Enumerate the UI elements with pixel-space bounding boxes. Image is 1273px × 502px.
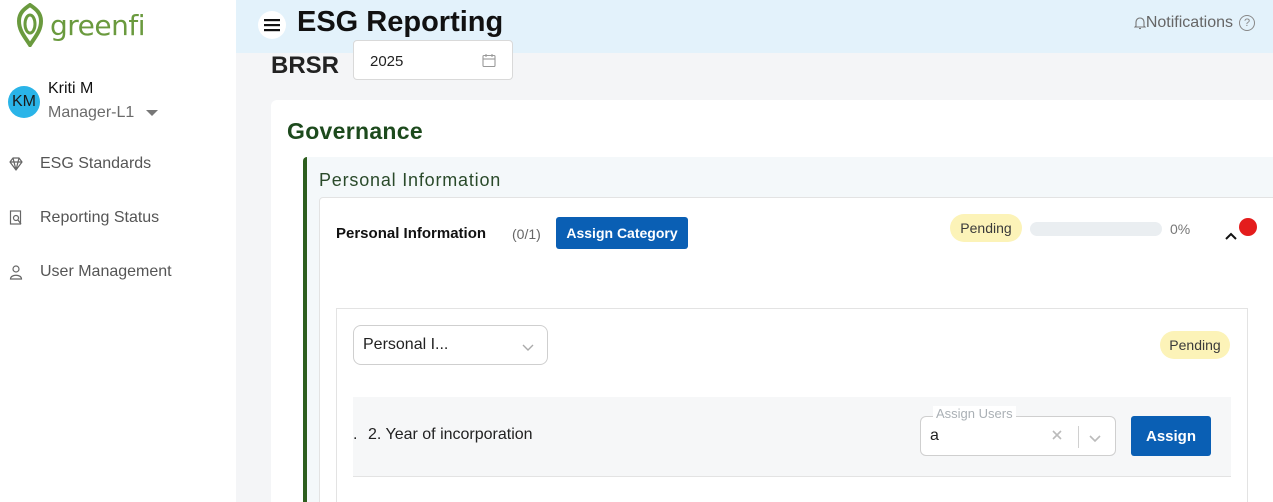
category-count: (0/1) (512, 226, 541, 242)
bell-icon (1133, 17, 1146, 30)
alert-dot (1239, 218, 1257, 236)
notifications-label: Notifications (1145, 14, 1233, 31)
governance-card: Governance Personal Information Personal… (271, 100, 1273, 502)
calendar-icon (482, 53, 496, 73)
leaf-logo-icon (16, 3, 44, 47)
brand-name: greenfi (50, 8, 146, 42)
user-role-selector[interactable]: Manager-L1 (48, 104, 159, 122)
help-icon[interactable]: ? (1239, 15, 1255, 31)
sidebar-item-esg-standards[interactable]: ESG Standards (8, 155, 151, 173)
user-icon (8, 264, 24, 280)
assign-users-label: Assign Users (933, 406, 1016, 421)
subsection-box: Personal I... Pending . 2. Year of incor… (336, 308, 1248, 502)
framework-label: BRSR (271, 52, 340, 79)
year-value: 2025 (370, 53, 404, 70)
user-role-label: Manager-L1 (48, 104, 135, 121)
greenfi-logo[interactable]: greenfi (16, 2, 146, 48)
personal-information-section: Personal Information Personal Informatio… (303, 157, 1273, 502)
question-prefix: . (353, 426, 358, 443)
progress-bar (1030, 222, 1162, 236)
sidebar-item-label: User Management (40, 263, 172, 280)
chevron-down-icon[interactable] (1088, 430, 1102, 448)
subsection-status-badge: Pending (1160, 331, 1230, 359)
category-name: Personal Information (336, 225, 487, 242)
governance-title: Governance (287, 118, 423, 144)
progress-percent: 0% (1170, 221, 1191, 237)
category-card: Personal Information (0/1) Assign Catego… (319, 197, 1273, 502)
question-row: . 2. Year of incorporation Assign Users … (353, 397, 1231, 477)
sidebar-item-label: ESG Standards (40, 155, 152, 172)
caret-down-icon (146, 110, 159, 116)
year-picker[interactable]: 2025 (353, 40, 513, 80)
assign-users-value: a (930, 427, 939, 444)
subsection-select-value: Personal I... (363, 336, 449, 353)
sidebar-item-user-management[interactable]: User Management (8, 263, 172, 281)
report-search-icon (8, 210, 24, 226)
assign-users-field[interactable]: Assign Users a (920, 406, 1116, 456)
sidebar: greenfi KM Kriti M Manager-L1 ESG Standa… (0, 0, 236, 502)
assign-category-button[interactable]: Assign Category (556, 217, 688, 249)
divider (1078, 426, 1079, 448)
status-badge: Pending (950, 214, 1022, 242)
assign-button[interactable]: Assign (1131, 416, 1211, 456)
section-title: Personal Information (319, 170, 502, 190)
avatar: KM (8, 86, 40, 118)
page-title: ESG Reporting (297, 6, 504, 38)
question-text: 2. Year of incorporation (368, 426, 533, 443)
sidebar-item-label: Reporting Status (40, 209, 160, 226)
hamburger-menu-icon[interactable] (258, 11, 286, 39)
subsection-select[interactable]: Personal I... (353, 325, 548, 365)
clear-icon[interactable] (1051, 428, 1063, 446)
chevron-up-icon[interactable] (1224, 228, 1238, 246)
user-profile[interactable]: KM Kriti M Manager-L1 (8, 80, 159, 122)
diamond-icon (8, 156, 24, 172)
sidebar-item-reporting-status[interactable]: Reporting Status (8, 209, 159, 227)
user-name: Kriti M (48, 80, 94, 97)
chevron-down-icon (521, 339, 535, 357)
notifications-button[interactable]: Notifications ? (1133, 14, 1255, 32)
